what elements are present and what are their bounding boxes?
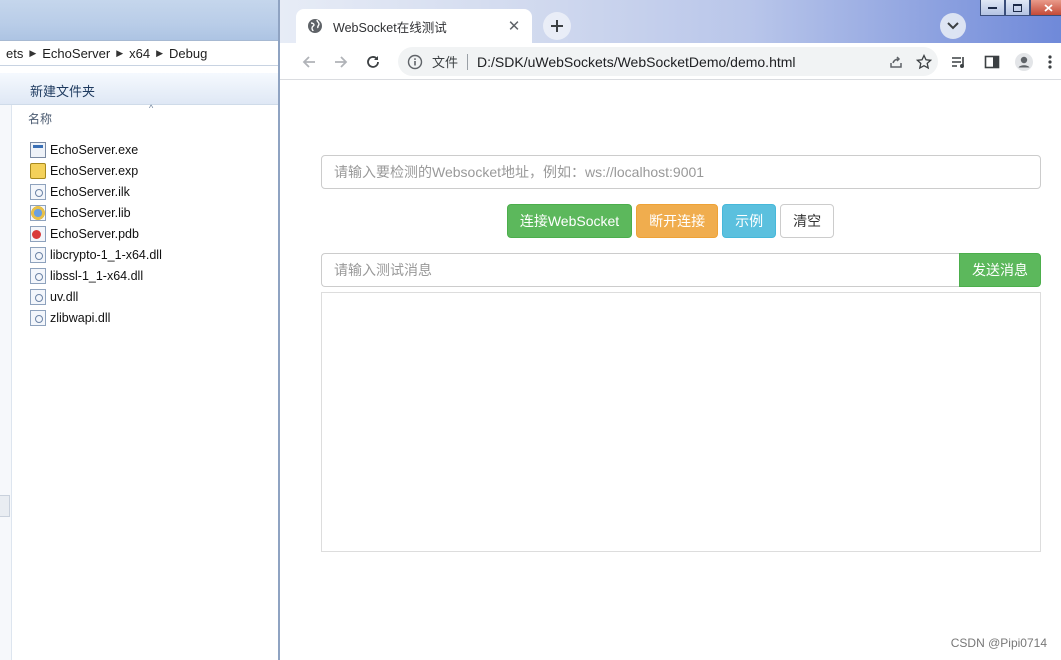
breadcrumb[interactable]: ets ▶ EchoServer ▶ x64 ▶ Debug <box>0 40 278 66</box>
clear-button[interactable]: 清空 <box>780 204 835 238</box>
reload-button[interactable] <box>359 48 387 76</box>
file-explorer-window: ets ▶ EchoServer ▶ x64 ▶ Debug 新建文件夹 ^ 名… <box>0 0 278 660</box>
dll-file-icon <box>30 288 46 305</box>
list-item[interactable]: libcrypto-1_1-x64.dll <box>30 244 162 265</box>
connect-websocket-button[interactable]: 连接WebSocket <box>506 204 633 238</box>
scheme-label: 文件 <box>432 55 459 70</box>
sort-ascending-icon: ^ <box>149 103 154 113</box>
list-item[interactable]: EchoServer.ilk <box>30 181 162 202</box>
navigation-pane[interactable] <box>0 105 12 660</box>
tab-title: WebSocket在线测试 <box>333 20 447 35</box>
dll-file-icon <box>30 309 46 326</box>
breadcrumb-arrow-icon[interactable]: ▶ <box>156 48 163 59</box>
explorer-titlebar <box>0 0 278 40</box>
playlist-music-icon <box>952 57 964 68</box>
avatar-icon <box>1015 53 1033 71</box>
message-log-area[interactable] <box>321 292 1041 552</box>
pdb-file-icon <box>30 225 46 242</box>
arrow-right-icon <box>335 56 348 68</box>
window-controls <box>980 0 1061 16</box>
list-item[interactable]: EchoServer.lib <box>30 202 162 223</box>
more-vert-icon <box>1048 55 1052 69</box>
disconnect-button[interactable]: 断开连接 <box>636 204 719 238</box>
info-icon[interactable] <box>407 54 423 70</box>
file-name: libssl-1_1-x64.dll <box>50 268 144 283</box>
breadcrumb-item[interactable]: Debug <box>163 46 213 61</box>
column-header-name[interactable]: 名称 <box>28 110 52 127</box>
address-bar[interactable]: 文件 D:/SDK/uWebSockets/WebSocketDemo/demo… <box>398 47 938 76</box>
maximize-button[interactable] <box>1005 0 1030 16</box>
exe-file-icon <box>30 141 46 158</box>
arrow-left-icon <box>302 56 315 68</box>
new-folder-button[interactable]: 新建文件夹 <box>30 81 95 100</box>
example-button[interactable]: 示例 <box>722 204 777 238</box>
breadcrumb-item[interactable]: x64 <box>123 46 156 61</box>
breadcrumb-item[interactable]: EchoServer <box>36 46 116 61</box>
minimize-button[interactable] <box>980 0 1005 16</box>
file-name: EchoServer.pdb <box>50 226 139 241</box>
file-name: zlibwapi.dll <box>50 310 111 325</box>
ilk-file-icon <box>30 183 46 200</box>
share-icon[interactable] <box>882 48 910 76</box>
tab-websocket-test[interactable]: WebSocket在线测试 ✕ <box>296 9 532 43</box>
breadcrumb-arrow-icon[interactable]: ▶ <box>116 48 123 59</box>
list-item[interactable]: zlibwapi.dll <box>30 307 162 328</box>
action-button-group: 连接WebSocket 断开连接 示例 清空 <box>280 204 1061 238</box>
list-item[interactable]: EchoServer.pdb <box>30 223 162 244</box>
close-window-button[interactable] <box>1030 0 1061 16</box>
minimize-icon <box>988 6 997 9</box>
browser-toolbar: 文件 D:/SDK/uWebSockets/WebSocketDemo/demo… <box>280 43 1061 80</box>
side-panel-button[interactable] <box>978 48 1006 76</box>
file-list: EchoServer.exe EchoServer.exp EchoServer… <box>30 139 162 328</box>
close-icon <box>1043 3 1053 12</box>
dll-file-icon <box>30 246 46 263</box>
tab-search-button[interactable] <box>940 13 966 39</box>
menu-button[interactable] <box>1040 48 1060 76</box>
lib-file-icon <box>30 204 46 221</box>
explorer-toolbar: 新建文件夹 <box>0 73 278 105</box>
divider <box>467 53 469 70</box>
browser-window: WebSocket在线测试 ✕ 文件 D:/SDK/uWebSockets/We… <box>278 0 1061 660</box>
file-name: EchoServer.lib <box>50 205 131 220</box>
maximize-icon <box>1013 3 1022 12</box>
forward-button[interactable] <box>327 48 355 76</box>
list-item[interactable]: EchoServer.exe <box>30 139 162 160</box>
file-name: libcrypto-1_1-x64.dll <box>50 247 162 262</box>
plus-icon <box>551 20 563 32</box>
list-item[interactable]: uv.dll <box>30 286 162 307</box>
close-tab-icon[interactable]: ✕ <box>504 16 524 36</box>
reload-icon <box>367 56 379 68</box>
breadcrumb-arrow-icon[interactable]: ▶ <box>29 48 36 59</box>
file-name: EchoServer.exe <box>50 142 139 157</box>
profile-button[interactable] <box>1010 48 1038 76</box>
tab-strip: WebSocket在线测试 ✕ <box>280 0 1061 43</box>
message-input-group: 发送消息 <box>321 253 1041 287</box>
watermark-text: CSDN @Pipi0714 <box>950 636 1047 650</box>
exp-file-icon <box>30 162 46 179</box>
list-item[interactable]: libssl-1_1-x64.dll <box>30 265 162 286</box>
send-message-button[interactable]: 发送消息 <box>959 253 1041 287</box>
web-page-content: 连接WebSocket 断开连接 示例 清空 发送消息 CSDN @Pipi07… <box>280 81 1061 660</box>
side-panel-icon <box>984 55 1000 69</box>
url-text[interactable]: D:/SDK/uWebSockets/WebSocketDemo/demo.ht… <box>477 54 882 70</box>
websocket-url-input[interactable] <box>321 155 1041 189</box>
chevron-down-icon <box>947 22 959 30</box>
globe-icon <box>307 18 323 34</box>
dll-file-icon <box>30 267 46 284</box>
list-item[interactable]: EchoServer.exp <box>30 160 162 181</box>
media-controls-button[interactable] <box>945 48 973 76</box>
new-tab-button[interactable] <box>543 12 571 40</box>
file-name: EchoServer.exp <box>50 163 139 178</box>
back-button[interactable] <box>295 48 323 76</box>
navigation-pane-splitter[interactable] <box>0 495 10 517</box>
file-name: EchoServer.ilk <box>50 184 130 199</box>
bookmark-star-icon[interactable] <box>910 48 938 76</box>
breadcrumb-item[interactable]: ets <box>0 46 29 61</box>
test-message-input[interactable] <box>321 253 959 287</box>
file-name: uv.dll <box>50 289 79 304</box>
